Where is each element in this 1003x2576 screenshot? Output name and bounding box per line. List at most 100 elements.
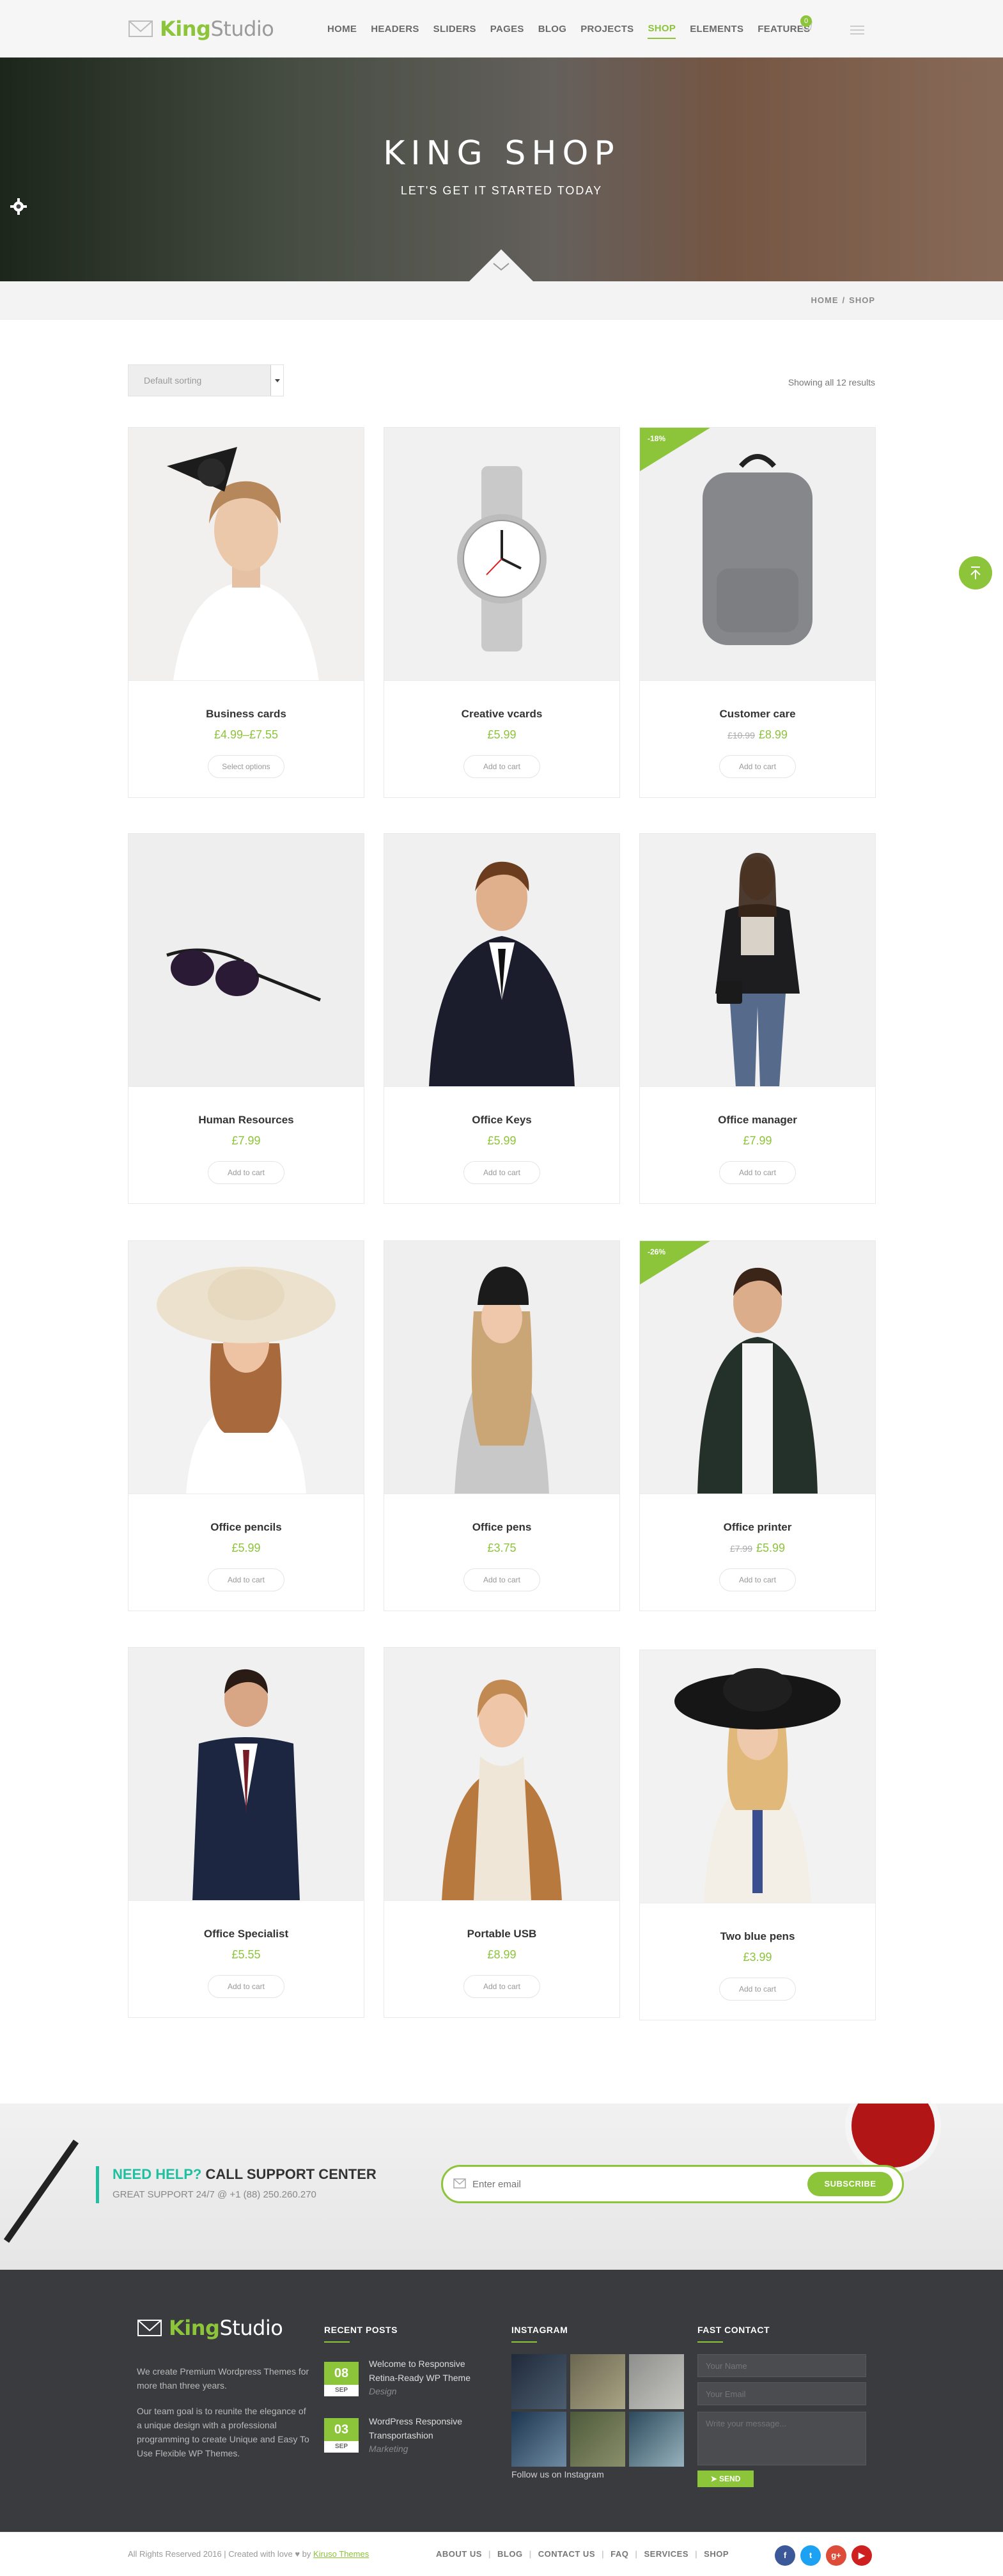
post-title[interactable]: Welcome to Responsive Retina-Ready WP Th…: [369, 2357, 474, 2385]
contact-name-field[interactable]: [697, 2354, 866, 2377]
product-card[interactable]: Office Specialist £5.55 Add to cart: [128, 1647, 364, 2018]
product-name[interactable]: Office manager: [640, 1114, 875, 1127]
nav-sliders[interactable]: SLIDERS: [433, 20, 476, 38]
logo-envelope-icon: [128, 20, 153, 37]
post-category[interactable]: Marketing: [369, 2444, 408, 2454]
post-category[interactable]: Design: [369, 2386, 397, 2396]
product-image[interactable]: [128, 834, 364, 1087]
product-image[interactable]: [128, 1241, 364, 1494]
send-icon: ➤: [710, 2474, 720, 2483]
product-name[interactable]: Business cards: [128, 708, 364, 721]
product-name[interactable]: Office Specialist: [128, 1928, 364, 1940]
google-plus-icon[interactable]: g+: [826, 2545, 846, 2566]
product-price-current: £8.99: [487, 1948, 517, 1961]
product-card[interactable]: Office pens £3.75 Add to cart: [384, 1240, 620, 1611]
product-image[interactable]: [384, 428, 619, 681]
product-name[interactable]: Office printer: [640, 1521, 875, 1534]
nav-elements[interactable]: ELEMENTS: [690, 20, 743, 38]
contact-email-field[interactable]: [697, 2382, 866, 2405]
footer-link-blog[interactable]: BLOG: [497, 2549, 523, 2559]
add-to-cart-button[interactable]: Add to cart: [463, 755, 540, 778]
send-button[interactable]: ➤ SEND: [697, 2471, 754, 2487]
product-name[interactable]: Two blue pens: [640, 1930, 875, 1943]
add-to-cart-button[interactable]: Add to cart: [463, 1975, 540, 1998]
product-name[interactable]: Office Keys: [384, 1114, 619, 1127]
product-card[interactable]: -18% Customer care £10.99 £8.99 Add to ca…: [639, 427, 876, 798]
product-name[interactable]: Human Resources: [128, 1114, 364, 1127]
footer-link-about[interactable]: ABOUT US: [436, 2549, 482, 2559]
add-to-cart-button[interactable]: Add to cart: [719, 1161, 796, 1184]
product-name[interactable]: Office pens: [384, 1521, 619, 1534]
instagram-photo[interactable]: [629, 2412, 684, 2467]
product-name[interactable]: Portable USB: [384, 1928, 619, 1940]
breadcrumb-home[interactable]: HOME: [811, 295, 839, 305]
product-card[interactable]: Two blue pens £3.99 Add to cart: [639, 1650, 876, 2020]
nav-projects[interactable]: PROJECTS: [580, 20, 634, 38]
footer-link-contact[interactable]: CONTACT US: [538, 2549, 595, 2559]
add-to-cart-button[interactable]: Add to cart: [208, 1568, 284, 1591]
instagram-photo[interactable]: [570, 2412, 625, 2467]
product-image[interactable]: [640, 1650, 875, 1903]
copyright-link[interactable]: Kiruso Themes: [313, 2549, 369, 2559]
facebook-icon[interactable]: f: [775, 2545, 795, 2566]
product-image[interactable]: [128, 1648, 364, 1901]
product-name[interactable]: Office pencils: [128, 1521, 364, 1534]
product-name[interactable]: Customer care: [640, 708, 875, 721]
product-price-current: £3.99: [743, 1951, 772, 1963]
post-title[interactable]: WordPress Responsive Transportashion: [369, 2414, 474, 2442]
instagram-photo[interactable]: [629, 2354, 684, 2409]
add-to-cart-button[interactable]: Add to cart: [719, 1568, 796, 1591]
nav-shop[interactable]: SHOP: [648, 19, 676, 39]
product-image[interactable]: [384, 1648, 619, 1901]
nav-blog[interactable]: BLOG: [538, 20, 567, 38]
menu-icon[interactable]: [850, 26, 864, 35]
add-to-cart-button[interactable]: Add to cart: [463, 1568, 540, 1591]
product-card[interactable]: Portable USB £8.99 Add to cart: [384, 1647, 620, 2018]
add-to-cart-button[interactable]: Add to cart: [208, 1161, 284, 1184]
product-image[interactable]: [384, 834, 619, 1087]
instagram-photo[interactable]: [511, 2354, 566, 2409]
product-card[interactable]: -26% Office printer £7.99 £5.99 Add to ca…: [639, 1240, 876, 1611]
subscribe-form: SUBSCRIBE: [441, 2165, 904, 2203]
add-to-cart-button[interactable]: Add to cart: [208, 1975, 284, 1998]
instagram-photo[interactable]: [511, 2412, 566, 2467]
select-options-button[interactable]: Select options: [208, 755, 284, 778]
settings-gear-icon[interactable]: [9, 197, 28, 216]
subscribe-button[interactable]: SUBSCRIBE: [807, 2172, 893, 2196]
product-image[interactable]: [128, 428, 364, 681]
link-separator: |: [602, 2549, 605, 2559]
product-card[interactable]: Creative vcards £5.99 Add to cart: [384, 427, 620, 798]
scroll-to-top-icon[interactable]: [959, 556, 992, 589]
nav-home[interactable]: HOME: [327, 20, 357, 38]
product-card[interactable]: Business cards £4.99–£7.55 Select option…: [128, 427, 364, 798]
contact-message-field[interactable]: [697, 2412, 866, 2465]
product-card[interactable]: Office manager £7.99 Add to cart: [639, 833, 876, 1204]
footer-link-faq[interactable]: FAQ: [610, 2549, 628, 2559]
footer-link-services[interactable]: SERVICES: [644, 2549, 689, 2559]
sort-select[interactable]: Default sorting: [128, 364, 284, 396]
subscribe-email-input[interactable]: [472, 2176, 779, 2192]
product-price: £5.99: [128, 1542, 364, 1555]
support-accent-bar: [96, 2166, 99, 2203]
nav-pages[interactable]: PAGES: [490, 20, 524, 38]
nav-headers[interactable]: HEADERS: [371, 20, 419, 38]
add-to-cart-button[interactable]: Add to cart: [719, 1978, 796, 2001]
product-card[interactable]: Office Keys £5.99 Add to cart: [384, 833, 620, 1204]
product-card[interactable]: Office pencils £5.99 Add to cart: [128, 1240, 364, 1611]
footer-link-shop[interactable]: SHOP: [704, 2549, 729, 2559]
youtube-icon[interactable]: ▶: [851, 2545, 872, 2566]
twitter-icon[interactable]: t: [800, 2545, 821, 2566]
add-to-cart-button[interactable]: Add to cart: [719, 755, 796, 778]
site-logo[interactable]: KingStudio: [128, 14, 274, 43]
product-price-current: £5.99: [756, 1542, 786, 1554]
instagram-photo[interactable]: [570, 2354, 625, 2409]
product-image[interactable]: [640, 834, 875, 1087]
product-image[interactable]: [384, 1241, 619, 1494]
product-name[interactable]: Creative vcards: [384, 708, 619, 721]
instagram-follow-link[interactable]: Follow us on Instagram: [511, 2469, 604, 2479]
footer-logo[interactable]: KingStudio: [137, 2316, 283, 2340]
hero-title: KING SHOP: [383, 134, 620, 173]
product-price: £5.99: [384, 728, 619, 742]
add-to-cart-button[interactable]: Add to cart: [463, 1161, 540, 1184]
product-card[interactable]: Human Resources £7.99 Add to cart: [128, 833, 364, 1204]
